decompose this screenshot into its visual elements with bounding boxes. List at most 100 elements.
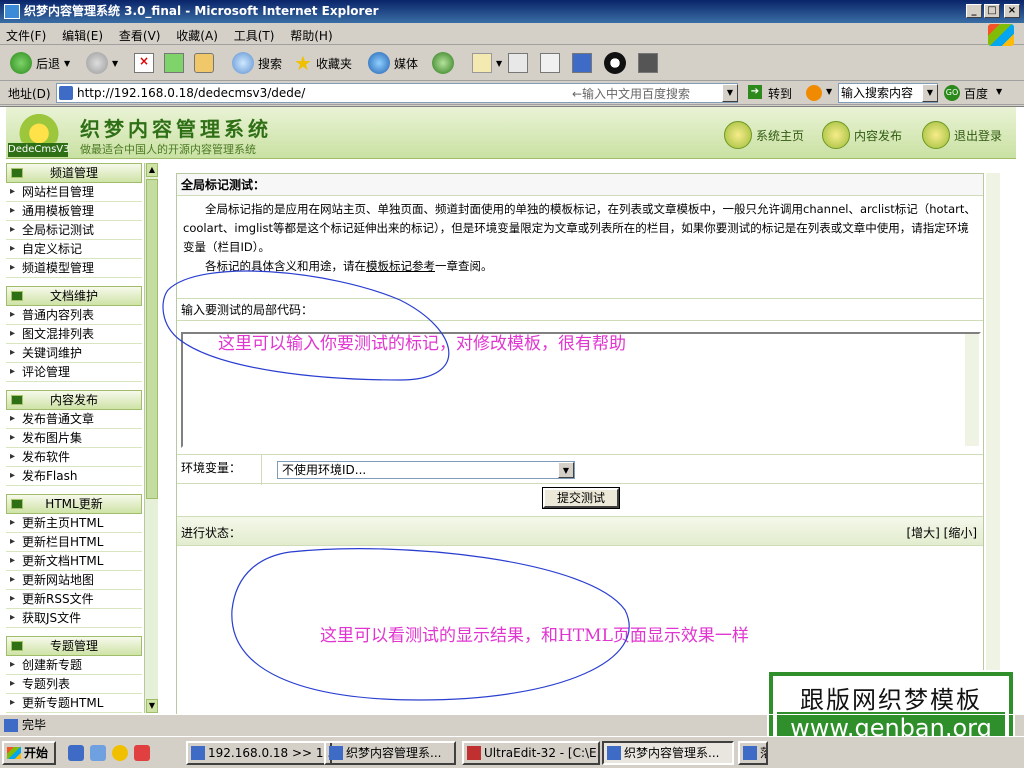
favorites-button[interactable]: ★ 收藏夹 — [294, 46, 352, 80]
env-divider — [261, 455, 262, 485]
sidebar-item[interactable]: 专题列表 — [6, 675, 142, 694]
sidebar-item[interactable]: 全局标记测试 — [6, 221, 142, 240]
sidebar-group-publish: 内容发布 发布普通文章 发布图片集 发布软件 发布Flash — [6, 390, 142, 486]
forward-button[interactable]: ▼ — [86, 46, 118, 80]
sidebar-group-header[interactable]: HTML更新 — [6, 494, 142, 514]
sidebar-item[interactable]: 发布软件 — [6, 448, 142, 467]
task-item[interactable]: 织梦内容管理系... — [324, 741, 456, 765]
chevron-down-icon[interactable]: ▼ — [558, 462, 574, 478]
sidebar-item[interactable]: 获取JS文件 — [6, 609, 142, 628]
sidebar-item[interactable]: 更新RSS文件 — [6, 590, 142, 609]
sidebar-item[interactable]: 评论管理 — [6, 363, 142, 382]
sidebar-item[interactable]: 更新栏目HTML — [6, 533, 142, 552]
search-icon — [232, 52, 254, 74]
sidebar-item[interactable]: 创建新专题 — [6, 656, 142, 675]
sidebar-item[interactable]: 发布普通文章 — [6, 410, 142, 429]
task-item[interactable]: 192.168.0.18 >> 1... — [186, 741, 332, 765]
sidebar-item[interactable]: 通用模板管理 — [6, 202, 142, 221]
quicklaunch-app-icon[interactable] — [112, 745, 128, 761]
scroll-up-arrow-icon[interactable]: ▲ — [146, 163, 158, 177]
sidebar-item[interactable]: 发布Flash — [6, 467, 142, 486]
nav-home[interactable]: 系统主页 — [724, 121, 804, 149]
scrollbar-thumb[interactable] — [146, 179, 158, 499]
go-button[interactable]: 转到 — [768, 85, 792, 102]
stop-button[interactable]: × — [134, 46, 158, 80]
media-button[interactable]: 媒体 — [368, 46, 418, 80]
sidebar-item[interactable]: 关键词维护 — [6, 344, 142, 363]
menu-help[interactable]: 帮助(H) — [284, 23, 338, 48]
search-button[interactable]: 搜索 — [232, 46, 282, 80]
quicklaunch-tool-icon[interactable] — [134, 745, 150, 761]
refresh-button[interactable] — [164, 46, 188, 80]
template-tag-reference-link[interactable]: 模板标记参考 — [366, 259, 435, 273]
baidu-dropdown-icon[interactable]: ▼ — [996, 87, 1002, 96]
sidebar-item[interactable]: 更新网站地图 — [6, 571, 142, 590]
menu-edit[interactable]: 编辑(E) — [56, 23, 109, 48]
baidu-label[interactable]: 百度 — [964, 85, 988, 102]
quicklaunch-ie-icon[interactable] — [68, 745, 84, 761]
qq-button[interactable] — [604, 46, 630, 80]
quicklaunch-desktop-icon[interactable] — [90, 745, 106, 761]
sidebar-item[interactable]: 发布图片集 — [6, 429, 142, 448]
sidebar-scrollbar[interactable]: ▲ ▼ — [144, 163, 158, 713]
annotation-result-note: 这里可以看测试的显示结果，和HTML页面显示效果一样 — [320, 626, 749, 646]
menu-view[interactable]: 查看(V) — [113, 23, 167, 48]
menu-file[interactable]: 文件(F) — [0, 23, 52, 48]
submit-test-button[interactable]: 提交测试 — [542, 487, 620, 509]
stop-icon: × — [134, 53, 154, 73]
textarea-scrollbar[interactable] — [965, 334, 979, 446]
group-icon — [11, 641, 23, 651]
sidebar-group-header[interactable]: 文档维护 — [6, 286, 142, 306]
close-button[interactable]: × — [1004, 4, 1020, 18]
task-item[interactable]: UltraEdit-32 - [C:\E... — [462, 741, 600, 765]
browser-toolbar: 后退 ▼ ▼ × 搜索 ★ 收藏夹 媒体 ▼ — [0, 46, 1024, 81]
baidu-go-icon[interactable]: GO — [944, 85, 960, 101]
nav-logout[interactable]: 退出登录 — [922, 121, 1002, 149]
mail-button[interactable]: ▼ — [472, 46, 502, 80]
code-input-label: 输入要测试的局部代码： — [177, 299, 983, 321]
status-text: 完毕 — [22, 718, 47, 732]
sidebar-item[interactable]: 更新文档HTML — [6, 552, 142, 571]
env-row: 环境变量： 不使用环境ID... ▼ — [177, 454, 983, 485]
sidebar-item[interactable]: 自定义标记 — [6, 240, 142, 259]
sidebar-group-header[interactable]: 专题管理 — [6, 636, 142, 656]
minimize-button[interactable]: _ — [966, 4, 982, 18]
history-button[interactable] — [432, 46, 458, 80]
discuss-button[interactable] — [572, 46, 596, 80]
task-item[interactable]: 落 — [738, 741, 768, 765]
search-dropdown-button[interactable]: ▼ — [922, 84, 938, 102]
maximize-button[interactable]: □ — [984, 4, 1000, 18]
group-icon — [11, 395, 23, 405]
sidebar-item[interactable]: 网站栏目管理 — [6, 183, 142, 202]
logo-dropdown-icon[interactable]: ▼ — [826, 87, 832, 96]
task-item-active[interactable]: 织梦内容管理系... — [602, 741, 734, 765]
sidebar-item[interactable]: 更新主页HTML — [6, 514, 142, 533]
sidebar-item[interactable]: 更新专题HTML — [6, 694, 142, 713]
windows-logo-icon — [988, 24, 1014, 46]
print-button[interactable] — [508, 46, 532, 80]
start-button[interactable]: 开始 — [2, 741, 56, 765]
home-button[interactable] — [194, 46, 218, 80]
address-dropdown-button[interactable]: ▼ — [722, 84, 738, 102]
ie-icon — [4, 4, 20, 19]
sidebar-item[interactable]: 频道模型管理 — [6, 259, 142, 278]
env-select[interactable]: 不使用环境ID... ▼ — [277, 461, 575, 479]
ie-icon — [329, 746, 343, 760]
address-url: http://192.168.0.18/dedecmsv3/dede/ — [77, 86, 306, 100]
sidebar-group-header[interactable]: 频道管理 — [6, 163, 142, 183]
sidebar-group-header[interactable]: 内容发布 — [6, 390, 142, 410]
nav-publish[interactable]: 内容发布 — [822, 121, 902, 149]
scroll-down-arrow-icon[interactable]: ▼ — [146, 699, 158, 713]
sidebar-item[interactable]: 普通内容列表 — [6, 306, 142, 325]
back-button[interactable]: 后退 ▼ — [10, 46, 70, 80]
go-arrow-icon[interactable]: ➔ — [748, 85, 762, 99]
extra-button[interactable] — [638, 46, 662, 80]
zoom-controls[interactable]: [增大] [缩小] — [906, 524, 977, 541]
menu-favorites[interactable]: 收藏(A) — [170, 23, 224, 48]
edit-button[interactable] — [540, 46, 564, 80]
menu-tools[interactable]: 工具(T) — [228, 23, 281, 48]
toolbar-logo-icon[interactable] — [806, 85, 822, 101]
home-icon — [194, 53, 214, 73]
sidebar-item[interactable]: 图文混排列表 — [6, 325, 142, 344]
page-scrollbar[interactable] — [986, 173, 1000, 715]
